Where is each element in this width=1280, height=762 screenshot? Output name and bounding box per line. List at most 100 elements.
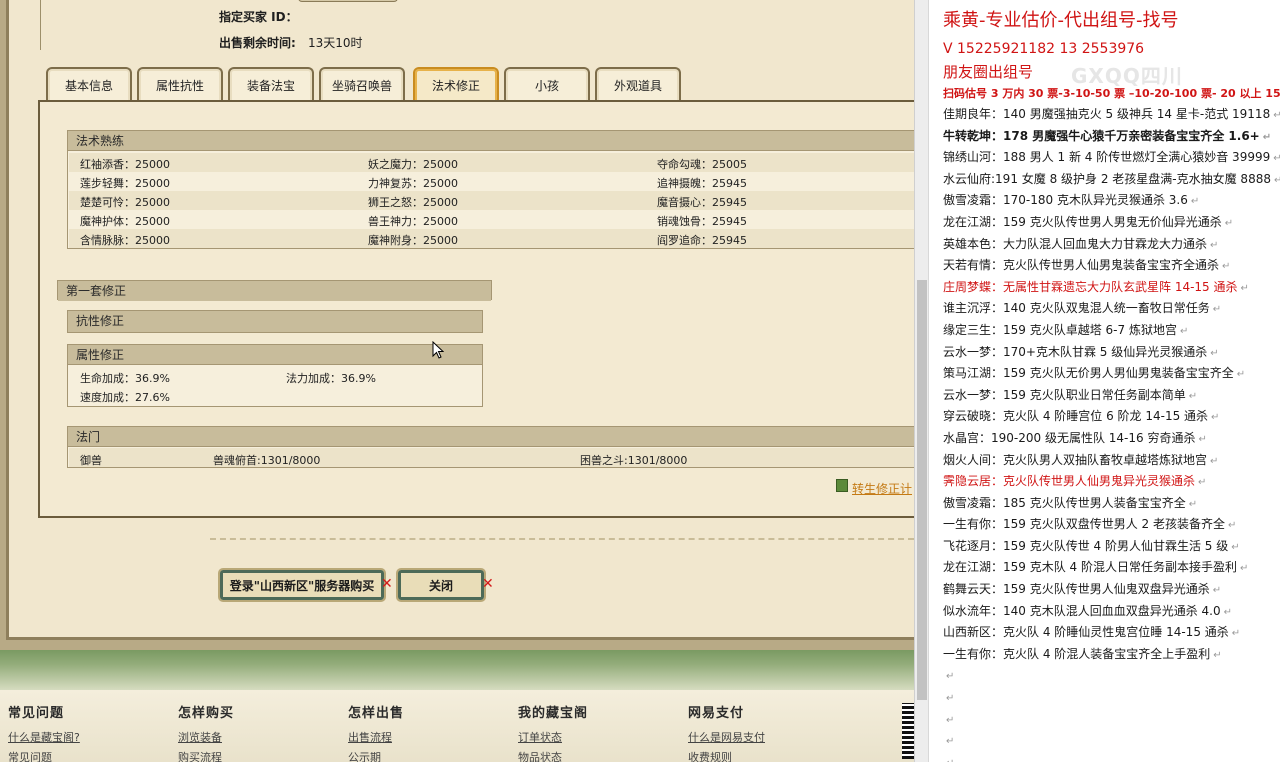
famen-item: 困兽之斗:1301/8000 <box>580 454 688 467</box>
ad-line: ↵ <box>943 709 1280 731</box>
ad-line-text: 佳期良年：140 男魔强抽克火 5 级神兵 14 星卡-范式 19118 <box>943 107 1271 121</box>
return-mark-icon: ↵ <box>1211 412 1220 424</box>
ad-line: 霁隐云居：克火队传世男人仙男鬼异光灵猴通杀 ↵ <box>943 471 1280 493</box>
ad-line: 缘定三生：159 克火队卓越塔 6-7 炼狱地宫 ↵ <box>943 320 1280 342</box>
ad-line: 谁主沉浮：140 克火队双鬼混人统一畜牧日常任务 ↵ <box>943 298 1280 320</box>
mastery-cell: 红袖添香：25000 <box>80 158 170 171</box>
scrollbar-thumb[interactable] <box>917 280 927 700</box>
tab-appearance[interactable]: 外观道具 <box>595 67 681 102</box>
tab-mounts[interactable]: 坐骑召唤兽 <box>319 67 405 102</box>
return-mark-icon: ↵ <box>946 671 955 683</box>
tab-basic-info[interactable]: 基本信息 <box>46 67 132 102</box>
ad-line-text: 谁主沉浮：140 克火队双鬼混人统一畜牧日常任务 <box>943 301 1210 316</box>
ad-line-text: 似水流年：140 克木队混人回血血双盘异光通杀 4.0 <box>943 603 1221 618</box>
ad-line: 水云仙府:191 女魔 8 级护身 2 老孩星盘满-克水抽女魔 8888↵ <box>943 169 1280 191</box>
attr-cell: 速度加成：27.6% <box>80 391 170 404</box>
return-mark-icon: ↵ <box>1236 369 1246 381</box>
return-mark-icon: ↵ <box>1231 541 1240 553</box>
ad-line-text: 傲雪凌霜：185 克火队传世男人装备宝宝齐全 <box>943 495 1186 510</box>
ad-line: 牛转乾坤：178 男魔强牛心猿千万亲密装备宝宝齐全 1.6+ ↵ <box>943 126 1280 148</box>
ad-line: ↵ <box>943 687 1280 709</box>
famen-item: 御兽 <box>80 454 102 467</box>
spell-mastery-title: 法术熟练 <box>68 131 914 151</box>
footer-heading: 常见问题 <box>8 706 65 721</box>
footer-link[interactable]: 常见问题 <box>8 749 80 762</box>
footer-col-my: 我的藏宝阁 订单状态 物品状态 <box>518 702 588 762</box>
ad-line-text: 穿云破晓：克火队 4 阶睡宫位 6 阶龙 14-15 通杀 <box>943 409 1209 424</box>
top-input-edge[interactable] <box>298 0 398 2</box>
return-mark-icon: ↵ <box>1210 347 1219 359</box>
footer-link[interactable]: 公示期 <box>348 749 404 762</box>
ad-line: 一生有你：克火队 4 阶混人装备宝宝齐全上手盈利 ↵ <box>943 644 1280 666</box>
row-stripe <box>69 448 914 467</box>
footer-link[interactable]: 浏览装备 <box>178 729 234 745</box>
footer-link[interactable]: 什么是网易支付 <box>688 729 765 745</box>
resist-correction-title: 抗性修正 <box>68 311 482 332</box>
time-left-label: 出售剩余时间: <box>219 36 296 50</box>
ad-title: 乘黄-专业估价-代出组号-找号 <box>943 10 1179 31</box>
ad-scan-price: 扫码估号 3 万内 30 票-3-10-50 票 –10-20-100 票- 2… <box>943 87 1280 100</box>
return-mark-icon: ↵ <box>1198 433 1207 445</box>
return-mark-icon: ↵ <box>1190 196 1200 208</box>
attr-correction-title: 属性修正 <box>68 345 482 365</box>
ad-line-text: 傲雪凌霜：170-180 克木队异光灵猴通杀 3.6 <box>943 193 1188 208</box>
close-icon: ✕ <box>381 576 393 592</box>
ad-line-text: 云水一梦：159 克火队职业日常任务副本简单 <box>943 387 1186 402</box>
close-button[interactable]: 关闭 <box>396 568 486 602</box>
mastery-cell: 狮王之怒：25000 <box>368 196 458 209</box>
ad-line-text: 龙在江湖：159 克木队 4 阶混人日常任务副本接手盈利 <box>943 560 1237 575</box>
attr-cell: 法力加成：36.9% <box>286 372 376 385</box>
footer-link[interactable]: 订单状态 <box>518 729 588 745</box>
footer-link[interactable]: 出售流程 <box>348 729 404 745</box>
ad-line: 龙在江湖：159 克木队 4 阶混人日常任务副本接手盈利 ↵ <box>943 557 1280 579</box>
footer-link[interactable]: 收费规则 <box>688 749 765 762</box>
ad-line-text: 水晶宫：190-200 级无属性队 14-16 穷奇通杀 <box>943 430 1196 445</box>
footer-link[interactable]: 物品状态 <box>518 749 588 762</box>
mastery-cell: 销魂蚀骨：25945 <box>657 215 747 228</box>
page-scrollbar[interactable] <box>914 0 928 762</box>
return-mark-icon: ↵ <box>1188 390 1198 402</box>
return-mark-icon: ↵ <box>1239 563 1249 575</box>
ad-line: ↵ <box>943 730 1280 752</box>
mastery-cell: 魔神护体：25000 <box>80 215 170 228</box>
game-market-page: 指定买家 ID： 出售剩余时间: 13天10时 基本信息 属性抗性 装备法宝 坐… <box>0 0 914 762</box>
return-mark-icon: ↵ <box>946 693 955 705</box>
tab-spell-correction[interactable]: 法术修正 <box>413 67 499 102</box>
famen-box: 法门 御兽 兽魂俯首:1301/8000 困兽之斗:1301/8000 <box>67 426 914 468</box>
ad-line: 傲雪凌霜：170-180 克木队异光灵猴通杀 3.6 ↵ <box>943 190 1280 212</box>
ad-friends: 朋友圈出组号 <box>943 63 1034 81</box>
mastery-cell: 含情脉脉：25000 <box>80 234 170 247</box>
ad-line-text: 飞花逐月：159 克火队传世 4 阶男人仙甘霖生活 5 级 <box>943 538 1229 553</box>
ad-text-panel: 乘黄-专业估价-代出组号-找号 V 15225921182 13 2553976… <box>928 0 1280 762</box>
first-set-title: 第一套修正 <box>58 281 491 301</box>
return-mark-icon: ↵ <box>1223 606 1233 618</box>
tab-attributes[interactable]: 属性抗性 <box>137 67 223 102</box>
footer-col-pay: 网易支付 什么是网易支付 收费规则 <box>688 702 765 762</box>
return-mark-icon: ↵ <box>1231 628 1241 640</box>
ad-line-text: 锦绣山河：188 男人 1 新 4 阶传世燃灯全满心猿妙音 39999 <box>943 150 1271 165</box>
tab-equipment[interactable]: 装备法宝 <box>228 67 314 102</box>
login-buy-button[interactable]: 登录"山西新区"服务器购买 <box>218 568 386 602</box>
footer-link[interactable]: 购买流程 <box>178 749 234 762</box>
footer-link[interactable]: 什么是藏宝阁? <box>8 729 80 745</box>
ad-line: ↵ <box>943 752 1280 762</box>
resist-correction-box: 抗性修正 <box>67 310 483 333</box>
time-left-value: 13天10时 <box>308 36 363 50</box>
mastery-cell: 魔神附身：25000 <box>368 234 458 247</box>
ad-line: 傲雪凌霜：185 克火队传世男人装备宝宝齐全 ↵ <box>943 493 1280 515</box>
row-stripe <box>69 229 914 248</box>
first-set-header: 第一套修正 <box>57 280 492 301</box>
return-mark-icon: ↵ <box>1212 585 1222 597</box>
tab-child[interactable]: 小孩 <box>504 67 590 102</box>
rebirth-calc-link[interactable]: 转生修正计 <box>852 480 912 497</box>
site-footer <box>0 650 914 762</box>
ad-line-text: 一生有你：克火队 4 阶混人装备宝宝齐全上手盈利 <box>943 646 1211 661</box>
ad-line: 云水一梦：159 克火队职业日常任务副本简单 ↵ <box>943 385 1280 407</box>
mastery-cell: 追神摄魄：25945 <box>657 177 747 190</box>
famen-item: 兽魂俯首:1301/8000 <box>213 454 321 467</box>
spell-mastery-box: 法术熟练 红袖添香：25000 莲步轻舞：25000 楚楚可怜：25000 魔神… <box>67 130 914 249</box>
ad-line: 龙在江湖：159 克火队传世男人男鬼无价仙异光通杀 ↵ <box>943 212 1280 234</box>
ad-line-text: 天若有情：克火队传世男人仙男鬼装备宝宝齐全通杀 <box>943 258 1220 273</box>
ad-line-text: 牛转乾坤：178 男魔强牛心猿千万亲密装备宝宝齐全 1.6+ <box>943 128 1260 143</box>
ad-line: 云水一梦：170+克木队甘霖 5 级仙异光灵猴通杀 ↵ <box>943 342 1280 364</box>
